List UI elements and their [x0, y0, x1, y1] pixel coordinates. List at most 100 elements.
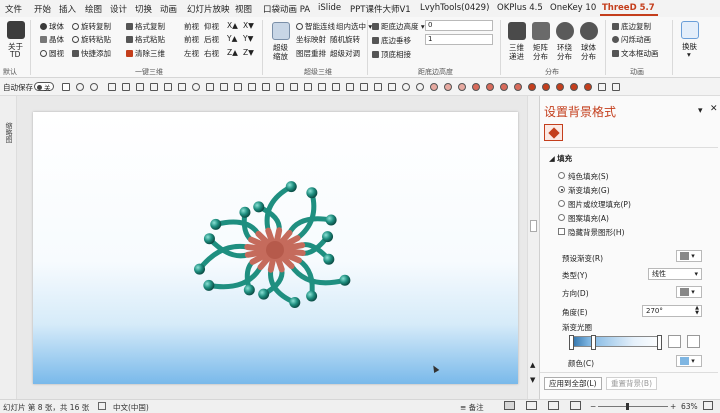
bottom-shift-input[interactable]: 1 [425, 34, 493, 45]
coord-map-button[interactable]: 坐标映射 [296, 34, 326, 45]
threed-logo-icon[interactable] [7, 21, 25, 39]
menu-onekey[interactable]: OneKey 10 [550, 3, 596, 13]
tool-icon-37[interactable] [612, 83, 620, 91]
tool-icon-25[interactable] [444, 83, 452, 91]
tool-icon-4[interactable] [150, 83, 158, 91]
picture-fill-radio[interactable] [558, 200, 565, 207]
menu-view[interactable]: 视图 [235, 3, 252, 15]
quick-add-button[interactable]: 快捷添加 [72, 48, 111, 59]
pane-menu-icon[interactable]: ▾ [698, 106, 703, 116]
tool-icon-2[interactable] [122, 83, 130, 91]
apply-to-all-button[interactable]: 应用到全部(L) [544, 377, 602, 390]
add-stop-icon[interactable] [668, 335, 681, 348]
gradient-stops-bar[interactable] [569, 335, 662, 350]
3d-progressive-icon[interactable] [508, 22, 526, 40]
view-right-button[interactable]: 右视 [204, 48, 219, 59]
tool-icon-31[interactable] [528, 83, 536, 91]
sphere-distribute-icon[interactable] [580, 22, 598, 40]
zoom-in-icon[interactable]: + [670, 402, 676, 411]
tool-icon-18[interactable] [346, 83, 354, 91]
menu-transitions[interactable]: 切换 [135, 3, 152, 15]
tool-icon-34[interactable] [570, 83, 578, 91]
y-down-button[interactable]: Y▼ [243, 34, 253, 43]
tool-icon-7[interactable] [192, 83, 200, 91]
save-icon[interactable] [62, 83, 70, 91]
gradient-stop-handle[interactable] [569, 335, 574, 350]
tool-icon-5[interactable] [164, 83, 172, 91]
direction-dropdown[interactable]: ▾ [676, 286, 702, 298]
tool-icon-10[interactable] [234, 83, 242, 91]
slide-sorter-icon[interactable] [526, 401, 537, 410]
random-rotate-button[interactable]: 随机旋转 [330, 34, 360, 45]
layer-reorder-button[interactable]: 图层重排 [296, 48, 326, 59]
menu-lvyhtools[interactable]: LvyhTools(0429) [420, 3, 489, 13]
circle-view-button[interactable]: 圆视 [40, 48, 64, 59]
distance-height-input[interactable]: 0 [425, 20, 493, 31]
vertical-scrollbar[interactable]: ▲ ▼ [527, 96, 539, 399]
tool-icon-3[interactable] [136, 83, 144, 91]
menu-slideshow[interactable]: 幻灯片放映 [187, 3, 230, 15]
reading-view-icon[interactable] [548, 401, 559, 410]
flash-anim-button[interactable]: 闪烁动画 [612, 34, 651, 45]
pattern-fill-radio[interactable] [558, 214, 565, 221]
tool-icon-11[interactable] [248, 83, 256, 91]
super-swap-button[interactable]: 超级对调 [330, 48, 360, 59]
menu-okplus[interactable]: OKPlus 4.5 [497, 3, 543, 13]
tool-icon-27[interactable] [472, 83, 480, 91]
reset-background-button[interactable]: 重置背景(B) [606, 377, 657, 390]
menu-design[interactable]: 设计 [110, 3, 127, 15]
orbit-icon[interactable] [556, 22, 574, 40]
menu-animations[interactable]: 动画 [160, 3, 177, 15]
menu-home[interactable]: 开始 [34, 3, 51, 15]
zoom-out-icon[interactable]: − [590, 402, 596, 411]
tool-icon-8[interactable] [206, 83, 214, 91]
menu-draw[interactable]: 绘图 [85, 3, 102, 15]
3d-flower-graphic[interactable] [33, 112, 518, 384]
tool-icon-21[interactable] [388, 83, 396, 91]
tool-icon-19[interactable] [360, 83, 368, 91]
fit-slide-icon[interactable] [703, 401, 713, 410]
gradient-fill-radio[interactable] [558, 186, 565, 193]
scroll-thumb[interactable] [530, 220, 537, 232]
skin-dropdown[interactable]: ▾ [687, 50, 691, 59]
scroll-down-icon[interactable]: ▼ [530, 376, 535, 384]
tool-icon-32[interactable] [542, 83, 550, 91]
view-front-button[interactable]: 前视 [184, 21, 199, 32]
hide-bg-checkbox[interactable] [558, 228, 565, 235]
rotate-paste-button[interactable]: 旋转粘贴 [72, 34, 111, 45]
tool-icon-1[interactable] [108, 83, 116, 91]
tool-icon-6[interactable] [178, 83, 186, 91]
menu-file[interactable]: 文件 [5, 3, 22, 15]
y-up-button[interactable]: Y▲ [227, 34, 237, 43]
close-icon[interactable]: ✕ [710, 104, 718, 114]
z-down-button[interactable]: Z▼ [243, 48, 254, 57]
view-front2-button[interactable]: 前视 [184, 34, 199, 45]
tool-icon-17[interactable] [332, 83, 340, 91]
gradient-stop-handle[interactable] [591, 335, 596, 350]
menu-islide[interactable]: iSlide [318, 3, 341, 13]
gradient-stop-handle[interactable] [657, 335, 662, 350]
tool-icon-14[interactable] [290, 83, 298, 91]
tool-icon-20[interactable] [374, 83, 382, 91]
notes-button[interactable]: ≡ 备注 [460, 402, 484, 413]
solid-fill-radio[interactable] [558, 172, 565, 179]
zoom-level[interactable]: 63% [681, 402, 698, 411]
z-up-button[interactable]: Z▲ [227, 48, 238, 57]
matrix-icon[interactable] [532, 22, 550, 40]
tool-icon-29[interactable] [500, 83, 508, 91]
x-up-button[interactable]: X▲ [227, 21, 238, 30]
super-zoom-icon[interactable] [272, 22, 290, 40]
tool-icon-24[interactable] [430, 83, 438, 91]
rotate-copy-button[interactable]: 旋转复制 [72, 21, 111, 32]
smart-connect-button[interactable]: 智能连线 [296, 21, 335, 32]
view-left-button[interactable]: 左视 [184, 48, 199, 59]
top-bottom-join-button[interactable]: 顶底相接 [372, 49, 411, 60]
tool-icon-36[interactable] [598, 83, 606, 91]
tool-icon-9[interactable] [220, 83, 228, 91]
accessibility-icon[interactable] [98, 402, 106, 410]
zoom-slider-thumb[interactable] [626, 403, 629, 410]
clear-3d-button[interactable]: 清除三维 [126, 48, 165, 59]
menu-ppt-master[interactable]: PPT课件大师V1 [350, 3, 411, 15]
x-down-button[interactable]: X▼ [243, 21, 254, 30]
view-bottom-button[interactable]: 仰视 [204, 21, 219, 32]
